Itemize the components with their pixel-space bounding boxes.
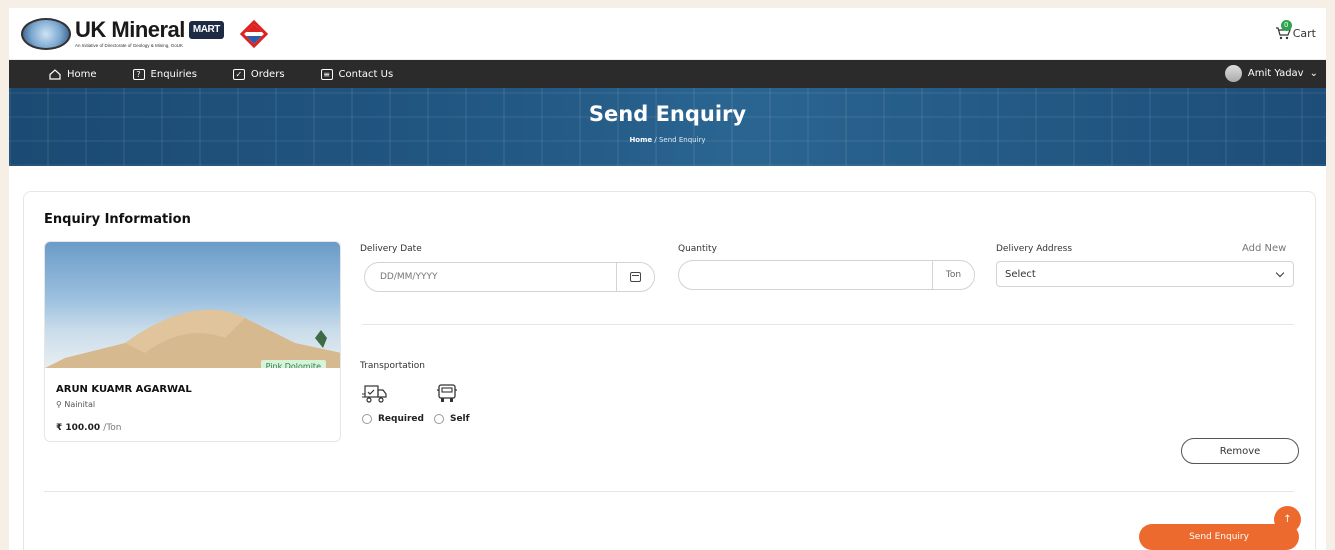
question-icon: ? — [132, 68, 145, 80]
product-card: Pink Dolomite ARUN KUAMR AGARWAL ⚲ Naini… — [44, 241, 341, 442]
transport-option-required[interactable]: Required — [362, 414, 424, 424]
breadcrumb-current: Send Enquiry — [658, 136, 706, 144]
chevron-down-icon — [1275, 268, 1285, 278]
add-new-address-link[interactable]: Add New — [1242, 243, 1286, 254]
transport-option-self[interactable]: Self — [433, 414, 470, 424]
scroll-to-top-button[interactable]: ↑ — [1274, 506, 1301, 533]
delivery-date-input[interactable] — [380, 272, 580, 282]
transportation-label: Transportation — [360, 361, 425, 371]
breadcrumb: Home / Send Enquiry — [9, 136, 1326, 144]
send-enquiry-button[interactable]: Send Enquiry — [1139, 524, 1299, 550]
product-category-tag: Pink Dolomite — [260, 360, 326, 368]
radio-label-required: Required — [378, 414, 424, 424]
product-price: ₹ 100.00 /Ton — [56, 423, 340, 433]
delivery-date-label: Delivery Date — [360, 244, 422, 254]
product-image: Pink Dolomite — [45, 242, 340, 368]
nav-label-contact: Contact Us — [338, 68, 394, 80]
logo-subtitle: An Initiative of Directorate of Geology … — [75, 43, 184, 48]
radio-required[interactable] — [362, 414, 372, 424]
radio-self[interactable] — [433, 414, 444, 424]
seller-location: ⚲ Nainital — [56, 400, 340, 409]
avatar — [1224, 65, 1242, 82]
seller-name: ARUN KUAMR AGARWAL — [56, 384, 192, 395]
nav-label-home: Home — [67, 68, 97, 80]
nav-item-home[interactable]: Home — [49, 69, 97, 80]
location-pin-icon: ⚲ — [56, 400, 62, 409]
transportation-options: Required Self — [362, 414, 480, 424]
quantity-unit: Ton — [932, 261, 974, 289]
delivery-address-select[interactable]: Select — [996, 261, 1294, 287]
transport-icons — [362, 384, 458, 404]
cart-label: Cart — [1292, 26, 1316, 40]
price-unit: /Ton — [103, 423, 122, 433]
site-logo[interactable]: UK Mineral MART An Initiative of Directo… — [21, 17, 268, 50]
price-value: ₹ 100.00 — [56, 423, 101, 433]
user-menu[interactable]: Amit Yadav ⌄ — [1224, 65, 1318, 82]
radio-label-self: Self — [449, 414, 470, 424]
page-title: Send Enquiry — [588, 102, 747, 126]
department-logo-icon — [239, 19, 268, 48]
delivery-date-field[interactable] — [364, 262, 655, 292]
divider — [44, 491, 1294, 492]
nav-item-orders[interactable]: ✓ Orders — [232, 68, 285, 80]
calendar-icon — [630, 272, 641, 282]
user-name: Amit Yadav — [1247, 68, 1304, 79]
nav-item-enquiries[interactable]: ? Enquiries — [132, 68, 197, 80]
quantity-input[interactable] — [694, 267, 914, 283]
logo-title: UK Mineral MART — [75, 19, 224, 41]
location-text: Nainital — [64, 400, 96, 409]
quantity-label: Quantity — [678, 244, 717, 254]
sand-pile-image — [45, 309, 340, 368]
top-header: UK Mineral MART An Initiative of Directo… — [9, 8, 1326, 60]
section-title: Enquiry Information — [44, 212, 191, 227]
quantity-field[interactable]: Ton — [678, 260, 975, 290]
main-nav: Home ? Enquiries ✓ Orders ≡ Contact Us A… — [9, 60, 1326, 88]
cart-link[interactable]: 0 Cart — [1275, 20, 1316, 40]
state-emblem-icon — [21, 17, 71, 50]
nav-label-enquiries: Enquiries — [150, 68, 197, 80]
remove-button[interactable]: Remove — [1181, 438, 1299, 464]
home-icon — [49, 68, 61, 80]
page-frame: UK Mineral MART An Initiative of Directo… — [9, 8, 1326, 550]
calendar-button[interactable] — [616, 263, 654, 291]
bag-icon: ✓ — [232, 68, 245, 80]
self-pickup-truck-icon — [437, 384, 457, 402]
divider — [362, 324, 1294, 325]
message-icon: ≡ — [320, 68, 333, 80]
page-banner: Send Enquiry Home / Send Enquiry — [9, 88, 1326, 166]
nav-label-orders: Orders — [250, 68, 285, 80]
logo-mart-badge: MART — [188, 21, 224, 39]
delivery-truck-icon — [362, 385, 387, 403]
nav-item-contact[interactable]: ≡ Contact Us — [320, 68, 394, 80]
cart-count-badge: 0 — [1280, 20, 1292, 31]
logo-text: UK Mineral MART An Initiative of Directo… — [75, 19, 224, 48]
logo-title-text: UK Mineral — [75, 17, 185, 42]
delivery-address-value: Select — [1005, 268, 1036, 280]
cart-icon: 0 — [1275, 20, 1292, 40]
chevron-down-icon: ⌄ — [1309, 68, 1318, 79]
breadcrumb-separator: / — [654, 136, 657, 144]
enquiry-card: Enquiry Information Pink Dolomite ARUN K… — [23, 191, 1316, 550]
breadcrumb-home[interactable]: Home — [629, 136, 652, 144]
delivery-address-label: Delivery Address — [996, 244, 1073, 254]
